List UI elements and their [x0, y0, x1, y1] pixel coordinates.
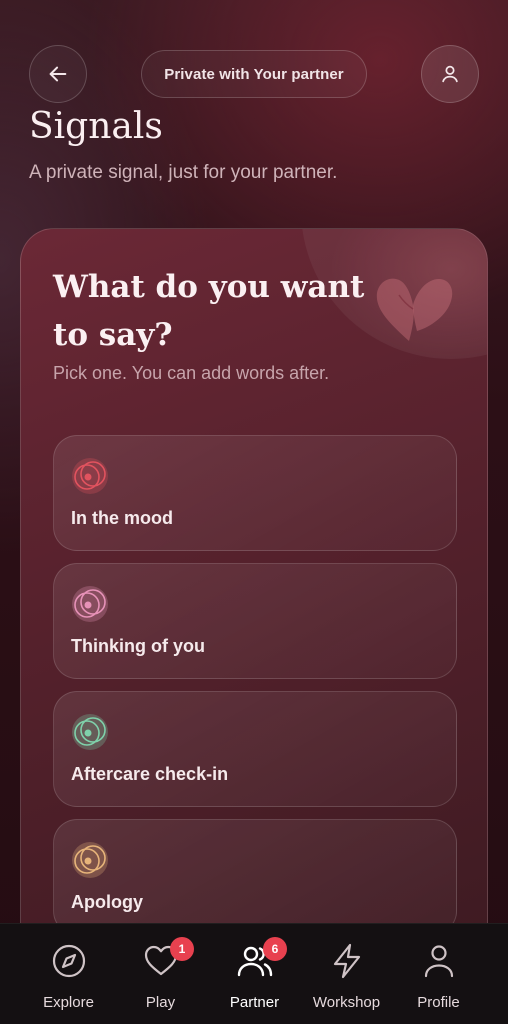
- option-label: In the mood: [71, 508, 173, 528]
- signal-icon: [72, 714, 108, 750]
- bottom-nav: Explore 1 Play 6 Partner Workshop Profil…: [0, 923, 508, 1024]
- nav-item-workshop[interactable]: Workshop: [296, 924, 397, 1024]
- nav-label: Play: [145, 994, 176, 1011]
- card-hint: Pick one. You can add words after.: [53, 363, 330, 383]
- back-button[interactable]: [29, 45, 87, 103]
- nav-label: Partner: [229, 994, 280, 1011]
- option-label: Apology: [71, 892, 143, 912]
- account-button[interactable]: [421, 45, 479, 103]
- partner-badge: 6: [263, 937, 287, 961]
- page-subtitle: A private signal, just for your partner.: [29, 162, 338, 183]
- option-label: Thinking of you: [71, 636, 205, 656]
- heart-icon: [376, 278, 453, 341]
- play-badge: 1: [170, 937, 194, 961]
- privacy-pill[interactable]: Private with Your partner: [141, 50, 367, 98]
- page-title: Signals: [29, 106, 163, 147]
- person-icon: [442, 65, 458, 83]
- nav-item-profile[interactable]: Profile: [388, 924, 489, 1024]
- lightning-icon: [333, 943, 361, 979]
- option-in-the-mood[interactable]: In the mood: [53, 435, 457, 551]
- nav-item-play[interactable]: 1 Play: [110, 924, 211, 1024]
- option-label: Aftercare check-in: [71, 764, 229, 784]
- compass-icon: [52, 944, 86, 978]
- signal-icon: [72, 458, 108, 494]
- option-aftercare-check-in[interactable]: Aftercare check-in: [53, 691, 457, 807]
- nav-label: Workshop: [312, 994, 381, 1011]
- card-title: What do you want to say?: [53, 269, 365, 353]
- option-thinking-of-you[interactable]: Thinking of you: [53, 563, 457, 679]
- nav-label: Explore: [43, 994, 94, 1011]
- signal-icon: [72, 586, 108, 622]
- option-apology[interactable]: Apology: [53, 819, 457, 935]
- nav-item-partner[interactable]: 6 Partner: [204, 924, 305, 1024]
- signal-icon: [72, 842, 108, 878]
- nav-label: Profile: [417, 994, 460, 1011]
- nav-item-explore[interactable]: Explore: [18, 924, 119, 1024]
- person-icon: [424, 945, 454, 978]
- arrow-left-icon: [49, 66, 67, 82]
- signal-card: What do you want to say? Pick one. You c…: [20, 228, 488, 988]
